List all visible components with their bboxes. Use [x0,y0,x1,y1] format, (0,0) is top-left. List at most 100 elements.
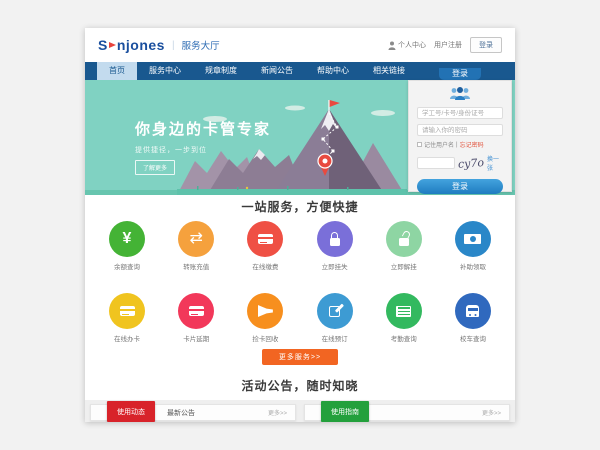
service-label: 转账充值 [183,261,209,271]
remember-label: 记住用户名 [424,140,454,149]
logo-separator: | [172,40,175,51]
service-attendance-query[interactable]: 考勤查询 [372,293,436,343]
username-input[interactable] [417,107,503,119]
service-online-booking[interactable]: 在线预订 [303,293,367,343]
service-circle[interactable] [386,293,422,329]
service-label: 在线办卡 [114,333,140,343]
hero-cta-button[interactable]: 了解更多 [135,160,175,175]
login-tab[interactable]: 登录 [439,68,481,80]
person-icon [388,41,396,50]
service-label: 立即解挂 [391,261,417,271]
service-circle[interactable] [317,293,353,329]
service-circle[interactable] [178,221,214,257]
usage-news-tab[interactable]: 使用动态 [107,401,155,422]
announcement-panels: 使用动态 最新公告 更多>> 使用指南 更多>> [85,400,515,422]
service-circle[interactable] [247,221,283,257]
service-balance-query[interactable]: 余额查询 [95,221,159,271]
service-label: 在线缴费 [252,261,278,271]
transfer-arrows-icon [189,231,202,247]
login-form: 记住用户名 | 忘记密码 cy7o 换一张 登录 [408,80,512,192]
news-more-link[interactable]: 更多>> [268,408,287,417]
bus-icon [466,305,479,317]
site-header: S njones | 服务大厅 个人中心 用户注册 登录 [85,28,515,62]
captcha-image[interactable]: cy7o [458,156,485,171]
service-circle[interactable] [109,293,145,329]
guide-panel: 使用指南 更多>> [304,404,510,421]
service-circle[interactable] [178,293,214,329]
usage-guide-tab[interactable]: 使用指南 [321,401,369,422]
service-transfer-recharge[interactable]: 转账充值 [164,221,228,271]
service-card-extension[interactable]: 卡片延期 [164,293,228,343]
captcha-row: cy7o 换一张 [417,154,503,172]
hero-text-block: 你身边的卡管专家 提供捷径，一步到位 了解更多 [135,118,271,175]
service-label: 在线预订 [322,333,348,343]
banknote-icon [464,234,481,244]
nav-item-home[interactable]: 首页 [97,62,137,80]
register-link[interactable]: 用户注册 [434,40,462,50]
attendance-table-icon [396,306,411,317]
latest-announcements-tab[interactable]: 最新公告 [167,408,195,418]
remember-checkbox[interactable] [417,142,422,147]
services-row-2: 在线办卡 卡片延期 捡卡回收 在线预订 考勤查询 校车查询 [85,293,515,343]
services-section: 一站服务，方便快捷 余额查询 转账充值 在线缴费 立即挂失 立即解挂 [85,195,515,365]
personal-center-link[interactable]: 个人中心 [388,40,426,50]
service-label: 校车查询 [460,333,486,343]
megaphone-icon [258,305,273,317]
bank-card-icon [189,306,204,316]
bank-card-icon [258,234,273,244]
service-subsidy-collect[interactable]: 补助领取 [441,221,505,271]
nav-item-service-center[interactable]: 服务中心 [137,62,193,80]
service-circle[interactable] [455,221,491,257]
guide-more-link[interactable]: 更多>> [482,408,501,417]
guide-panel-header: 使用指南 更多>> [304,404,510,421]
bank-card-icon [120,306,135,316]
service-label: 考勤查询 [391,333,417,343]
nav-item-rules[interactable]: 规章制度 [193,62,249,80]
service-report-loss[interactable]: 立即挂失 [303,221,367,271]
announcements-title: 活动公告，随时知晓 [85,377,515,394]
service-circle[interactable] [317,221,353,257]
personal-center-label: 个人中心 [398,40,426,50]
header-login-button[interactable]: 登录 [470,37,502,53]
more-services-button[interactable]: 更多服务>> [262,349,338,365]
service-circle[interactable] [455,293,491,329]
service-circle[interactable] [386,221,422,257]
nav-item-help[interactable]: 帮助中心 [305,62,361,80]
login-submit-button[interactable]: 登录 [417,179,503,194]
hero-title: 你身边的卡管专家 [135,118,271,139]
yuan-icon [123,231,132,247]
hero-subtitle: 提供捷径，一步到位 [135,145,271,155]
logo-text-suffix: njones [117,37,165,53]
forgot-password-link[interactable]: 忘记密码 [460,140,484,149]
password-input[interactable] [417,124,503,136]
edit-icon [329,306,340,317]
service-cancel-loss[interactable]: 立即解挂 [372,221,436,271]
users-group-icon [417,86,503,102]
captcha-input[interactable] [417,157,455,169]
webpage: S njones | 服务大厅 个人中心 用户注册 登录 首页 服务中心 规章制… [85,28,515,422]
register-label: 用户注册 [434,40,462,50]
site-name: 服务大厅 [182,38,220,52]
captcha-refresh-link[interactable]: 换一张 [487,154,503,172]
service-circle[interactable] [247,293,283,329]
lock-icon [330,238,340,246]
service-online-payment[interactable]: 在线缴费 [233,221,297,271]
header-right: 个人中心 用户注册 登录 [388,37,502,53]
remember-row: 记住用户名 | 忘记密码 [417,140,503,149]
remember-separator: | [456,142,458,148]
logo-arrow-icon [109,42,116,48]
news-panel: 使用动态 最新公告 更多>> [90,404,296,421]
login-panel: 登录 记住用户名 | 忘记密码 cy7o 换一张 [408,68,512,192]
service-online-card[interactable]: 在线办卡 [95,293,159,343]
service-card-recovery[interactable]: 捡卡回收 [233,293,297,343]
unlock-icon [399,238,409,246]
service-schoolbus-query[interactable]: 校车查询 [441,293,505,343]
services-title: 一站服务，方便快捷 [85,198,515,215]
announcements-section: 活动公告，随时知晓 使用动态 最新公告 更多>> 使用指南 更多>> [85,377,515,422]
service-circle[interactable] [109,221,145,257]
news-panel-header: 使用动态 最新公告 更多>> [90,404,296,421]
service-label: 捡卡回收 [252,333,278,343]
nav-item-news[interactable]: 新闻公告 [249,62,305,80]
logo[interactable]: S njones | 服务大厅 [98,37,220,53]
service-label: 立即挂失 [322,261,348,271]
